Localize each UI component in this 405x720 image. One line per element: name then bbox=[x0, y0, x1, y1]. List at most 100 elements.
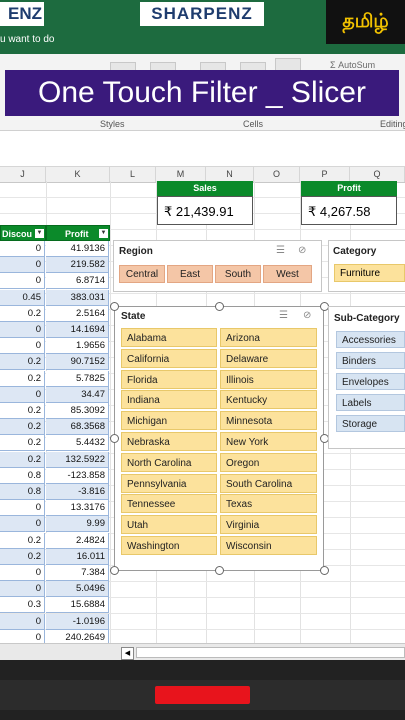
state-item[interactable]: California bbox=[121, 348, 217, 368]
state-item[interactable]: Texas bbox=[220, 494, 317, 514]
profit-cell[interactable]: 15.6884 bbox=[46, 597, 109, 614]
discount-cell[interactable]: 0.2 bbox=[0, 403, 45, 419]
discount-cell[interactable]: 0.45 bbox=[0, 289, 45, 306]
profit-cell[interactable]: 5.0496 bbox=[46, 581, 109, 598]
profit-cell[interactable]: 16.011 bbox=[46, 548, 109, 565]
column-header[interactable]: J bbox=[0, 167, 46, 182]
scrollbar-track[interactable] bbox=[136, 647, 405, 658]
discount-cell[interactable]: 0.3 bbox=[0, 597, 45, 614]
filter-dropdown-icon[interactable]: ▼ bbox=[99, 229, 108, 238]
profit-cell[interactable]: -123.858 bbox=[46, 467, 109, 484]
discount-cell[interactable]: 0.8 bbox=[0, 484, 45, 500]
scroll-left-icon[interactable]: ◀ bbox=[121, 647, 134, 660]
profit-cell[interactable]: 5.7825 bbox=[46, 370, 109, 387]
tell-me-search[interactable]: u want to do bbox=[0, 34, 54, 45]
profit-cell[interactable]: 5.4432 bbox=[46, 435, 109, 452]
discount-cell[interactable]: 0.2 bbox=[0, 354, 45, 371]
profit-cell[interactable]: 13.3176 bbox=[46, 500, 109, 517]
state-item[interactable]: Florida bbox=[121, 369, 217, 389]
profit-cell[interactable]: 41.9136 bbox=[46, 241, 109, 257]
state-item[interactable]: Michigan bbox=[121, 411, 217, 431]
profit-header[interactable]: Profit ▼ bbox=[46, 225, 110, 241]
subcategory-item[interactable]: Binders bbox=[336, 352, 405, 369]
filter-dropdown-icon[interactable]: ▼ bbox=[35, 229, 44, 238]
state-item[interactable]: South Carolina bbox=[220, 473, 317, 493]
state-item[interactable]: Indiana bbox=[121, 390, 217, 410]
state-item[interactable]: Tennessee bbox=[121, 494, 217, 514]
region-item[interactable]: South bbox=[215, 265, 261, 283]
clear-filter-icon[interactable]: ⊘ bbox=[303, 310, 311, 321]
subcategory-item[interactable]: Accessories bbox=[336, 331, 405, 348]
discount-cell[interactable]: 0 bbox=[0, 565, 45, 581]
horizontal-scrollbar[interactable]: ◀ bbox=[0, 643, 405, 661]
subcategory-item[interactable]: Envelopes bbox=[336, 373, 405, 390]
state-item[interactable]: Delaware bbox=[220, 348, 317, 368]
state-item[interactable]: Oregon bbox=[220, 452, 317, 472]
column-header[interactable]: Q bbox=[350, 167, 405, 182]
profit-cell[interactable]: -3.816 bbox=[46, 484, 109, 500]
discount-cell[interactable]: 0 bbox=[0, 613, 45, 630]
profit-cell[interactable]: 7.384 bbox=[46, 565, 109, 581]
region-item[interactable]: West bbox=[263, 265, 312, 283]
resize-handle[interactable] bbox=[110, 302, 119, 311]
state-item[interactable]: Illinois bbox=[220, 369, 317, 389]
profit-card-value[interactable]: ₹ 4,267.58 bbox=[301, 196, 397, 225]
profit-cell[interactable]: 90.7152 bbox=[46, 354, 109, 371]
discount-cell[interactable]: 0 bbox=[0, 273, 45, 290]
profit-cell[interactable]: 9.99 bbox=[46, 516, 109, 533]
profit-cell[interactable]: 2.4824 bbox=[46, 532, 109, 549]
resize-handle[interactable] bbox=[110, 434, 119, 443]
discount-cell[interactable]: 0 bbox=[0, 338, 45, 355]
column-header[interactable]: P bbox=[300, 167, 350, 182]
state-item[interactable]: Nebraska bbox=[121, 432, 217, 451]
discount-cell[interactable]: 0 bbox=[0, 516, 45, 533]
state-item[interactable]: Pennsylvania bbox=[121, 473, 217, 493]
category-item[interactable]: Furniture bbox=[334, 264, 405, 282]
discount-cell[interactable]: 0.2 bbox=[0, 548, 45, 565]
discount-cell[interactable]: 0.2 bbox=[0, 435, 45, 452]
column-header[interactable]: K bbox=[46, 167, 110, 182]
discount-cell[interactable]: 0.2 bbox=[0, 451, 45, 468]
discount-cell[interactable]: 0.2 bbox=[0, 305, 45, 322]
state-item[interactable]: Minnesota bbox=[220, 411, 317, 431]
resize-handle[interactable] bbox=[320, 566, 329, 575]
state-item[interactable]: Utah bbox=[121, 515, 217, 535]
sales-card-value[interactable]: ₹ 21,439.91 bbox=[157, 196, 253, 225]
profit-cell[interactable]: 132.5922 bbox=[46, 451, 109, 468]
profit-cell[interactable]: 2.5164 bbox=[46, 305, 109, 322]
discount-cell[interactable]: 0 bbox=[0, 386, 45, 403]
state-item[interactable]: New York bbox=[220, 432, 317, 451]
resize-handle[interactable] bbox=[215, 566, 224, 575]
clear-filter-icon[interactable]: ⊘ bbox=[298, 245, 306, 256]
discount-cell[interactable]: 0 bbox=[0, 322, 45, 338]
column-header[interactable]: N bbox=[206, 167, 254, 182]
resize-handle[interactable] bbox=[215, 302, 224, 311]
state-item[interactable]: Arizona bbox=[220, 328, 317, 347]
profit-cell[interactable]: 6.8714 bbox=[46, 273, 109, 290]
discount-cell[interactable]: 0 bbox=[0, 500, 45, 517]
subcategory-item[interactable]: Storage bbox=[336, 415, 405, 432]
discount-cell[interactable]: 0 bbox=[0, 257, 45, 274]
state-item[interactable]: Virginia bbox=[220, 515, 317, 535]
state-item[interactable]: Washington bbox=[121, 536, 217, 555]
autosum-button[interactable]: Σ AutoSum bbox=[330, 60, 375, 70]
column-header[interactable]: O bbox=[254, 167, 300, 182]
profit-cell[interactable]: 34.47 bbox=[46, 386, 109, 403]
state-item[interactable]: Alabama bbox=[121, 328, 217, 347]
discount-cell[interactable]: 0.2 bbox=[0, 532, 45, 549]
state-item[interactable]: North Carolina bbox=[121, 452, 217, 472]
subcategory-item[interactable]: Labels bbox=[336, 394, 405, 411]
state-item[interactable]: Wisconsin bbox=[220, 536, 317, 555]
profit-cell[interactable]: 85.3092 bbox=[46, 403, 109, 419]
profit-cell[interactable]: 383.031 bbox=[46, 289, 109, 306]
discount-cell[interactable]: 0 bbox=[0, 241, 45, 257]
profit-cell[interactable]: -1.0196 bbox=[46, 613, 109, 630]
discount-cell[interactable]: 0.2 bbox=[0, 419, 45, 436]
multi-select-icon[interactable]: ☰ bbox=[279, 310, 288, 321]
column-header[interactable]: M bbox=[156, 167, 206, 182]
profit-cell[interactable]: 14.1694 bbox=[46, 322, 109, 338]
multi-select-icon[interactable]: ☰ bbox=[276, 245, 285, 256]
state-item[interactable]: Kentucky bbox=[220, 390, 317, 410]
discount-header[interactable]: Discou ▼ bbox=[0, 225, 46, 241]
column-header[interactable]: L bbox=[110, 167, 156, 182]
